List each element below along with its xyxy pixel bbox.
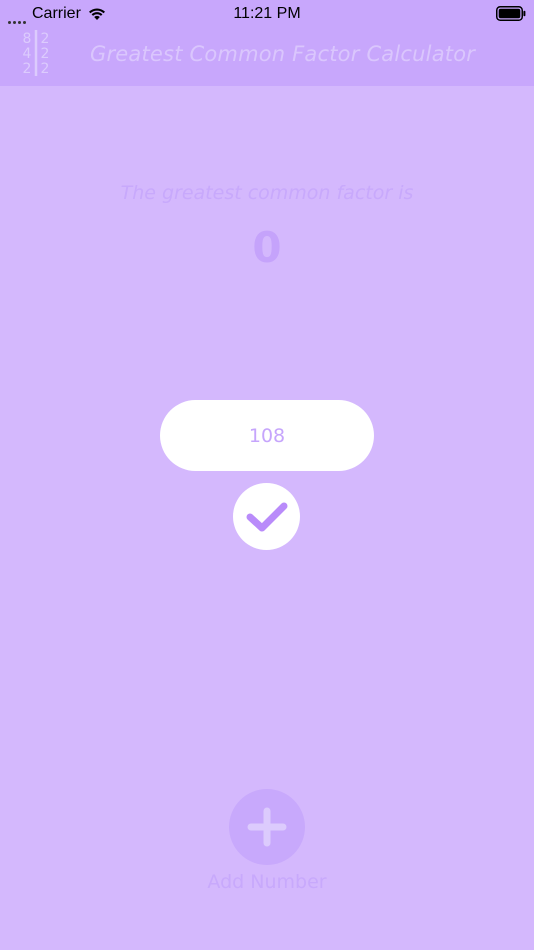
nav-bar: 8 2 4 2 2 2 Greatest Common Factor Calcu…: [0, 28, 534, 86]
logo-digit: 2: [41, 31, 50, 47]
confirm-button[interactable]: [233, 483, 300, 550]
plus-icon: [247, 807, 287, 847]
factor-tree-logo-icon: 8 2 4 2 2 2: [23, 30, 50, 77]
battery-icon: [496, 6, 526, 21]
status-time: 11:21 PM: [233, 5, 301, 22]
result-label: The greatest common factor is: [120, 182, 414, 204]
logo-digit: 2: [41, 61, 50, 77]
add-number-label[interactable]: Add Number: [0, 871, 534, 893]
checkmark-icon: [246, 502, 287, 531]
logo-digit: 4: [23, 46, 32, 62]
logo-digit: 2: [23, 61, 32, 77]
logo-digit: 2: [41, 46, 50, 62]
result-value: 0: [252, 223, 282, 272]
number-input[interactable]: [160, 400, 374, 471]
status-bar: Carrier 11:21 PM: [0, 0, 534, 28]
nav-title: Greatest Common Factor Calculator: [90, 42, 476, 66]
add-number-button[interactable]: [229, 789, 305, 865]
logo-digit: 8: [23, 31, 32, 47]
